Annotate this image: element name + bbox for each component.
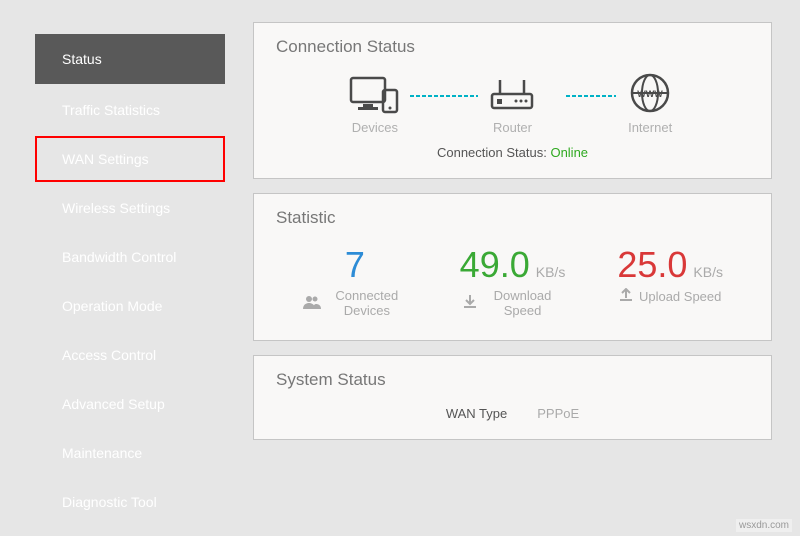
- stat-value: 49.0: [460, 244, 530, 286]
- stat-value: 25.0: [617, 244, 687, 286]
- download-icon: [463, 295, 477, 312]
- upload-speed-stat: 25.0 KB/s Upload Speed: [591, 244, 749, 318]
- download-speed-stat: 49.0 KB/s Download Speed: [434, 244, 592, 318]
- sidebar-item-access-control[interactable]: Access Control: [35, 332, 225, 378]
- stats-row: 7 Connected Devices 49.0 KB/s Download Sp…: [276, 244, 749, 318]
- sidebar-item-label: Wireless Settings: [62, 200, 170, 216]
- sidebar-item-label: Maintenance: [62, 445, 142, 461]
- panel-title: System Status: [276, 370, 749, 390]
- connection-status-label: Connection Status:: [437, 145, 547, 160]
- internet-icon: WWW: [624, 74, 676, 114]
- sidebar-item-label: Traffic Statistics: [62, 102, 160, 118]
- router-node: Router: [478, 74, 546, 135]
- sidebar-item-maintenance[interactable]: Maintenance: [35, 430, 225, 476]
- watermark: wsxdn.com: [736, 519, 792, 532]
- sidebar-item-traffic-statistics[interactable]: Traffic Statistics: [35, 87, 225, 133]
- connected-devices-stat: 7 Connected Devices: [276, 244, 434, 318]
- connection-diagram: Devices Router WWW Internet: [276, 73, 749, 135]
- upload-icon: [619, 288, 633, 305]
- sidebar-item-wan-settings[interactable]: WAN Settings: [35, 136, 225, 182]
- internet-label: Internet: [628, 120, 672, 135]
- sidebar-item-label: Advanced Setup: [62, 396, 165, 412]
- system-row: WAN Type PPPoE: [276, 406, 749, 421]
- svg-text:WWW: WWW: [637, 89, 663, 99]
- sidebar-item-label: WAN Settings: [62, 151, 149, 167]
- stat-label: Download Speed: [483, 288, 563, 318]
- wan-type-label: WAN Type: [446, 406, 507, 421]
- panel-title: Statistic: [276, 208, 749, 228]
- sidebar-item-bandwidth-control[interactable]: Bandwidth Control: [35, 234, 225, 280]
- connection-status-panel: Connection Status Devices Router: [253, 22, 772, 179]
- stat-unit: KB/s: [536, 264, 566, 280]
- connection-status-row: Connection Status: Online: [276, 145, 749, 160]
- connection-status-value: Online: [550, 145, 588, 160]
- stat-unit: KB/s: [693, 264, 723, 280]
- stat-value: 7: [345, 244, 365, 286]
- sidebar-item-label: Diagnostic Tool: [62, 494, 157, 510]
- sidebar-item-label: Status: [62, 51, 102, 67]
- people-icon: [303, 295, 321, 312]
- stat-label: Upload Speed: [639, 289, 721, 304]
- system-status-panel: System Status WAN Type PPPoE: [253, 355, 772, 440]
- sidebar: Status Traffic Statistics WAN Settings W…: [0, 0, 225, 536]
- sidebar-item-diagnostic-tool[interactable]: Diagnostic Tool: [35, 479, 225, 525]
- sidebar-item-label: Access Control: [62, 347, 156, 363]
- router-icon: [486, 74, 538, 114]
- devices-node: Devices: [341, 74, 409, 135]
- sidebar-item-advanced-setup[interactable]: Advanced Setup: [35, 381, 225, 427]
- sidebar-item-label: Operation Mode: [62, 298, 162, 314]
- main-content: Connection Status Devices Router: [225, 0, 800, 536]
- devices-label: Devices: [352, 120, 398, 135]
- wan-type-value: PPPoE: [537, 406, 579, 421]
- sidebar-item-label: Bandwidth Control: [62, 249, 176, 265]
- router-label: Router: [493, 120, 532, 135]
- statistic-panel: Statistic 7 Connected Devices 49.0 KB/s D…: [253, 193, 772, 341]
- devices-icon: [349, 74, 401, 114]
- stat-label: Connected Devices: [327, 288, 407, 318]
- panel-title: Connection Status: [276, 37, 749, 57]
- sidebar-item-wireless-settings[interactable]: Wireless Settings: [35, 185, 225, 231]
- sidebar-item-status[interactable]: Status: [35, 34, 225, 84]
- sidebar-item-operation-mode[interactable]: Operation Mode: [35, 283, 225, 329]
- internet-node: WWW Internet: [616, 74, 684, 135]
